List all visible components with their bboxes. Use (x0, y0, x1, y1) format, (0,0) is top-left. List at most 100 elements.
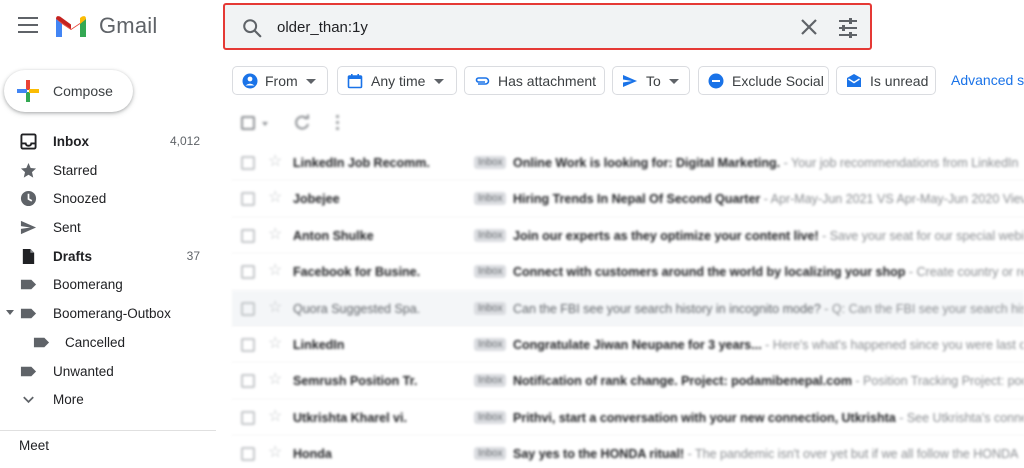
email-sender: Quora Suggested Spa. (293, 301, 421, 316)
sidebar-item-boomerang-outbox[interactable]: Boomerang-Outbox (0, 299, 216, 328)
sidebar-item-label: Sent (53, 220, 81, 236)
star-icon[interactable]: ☆ (268, 190, 282, 206)
inbox-label-badge: Inbox (474, 192, 507, 206)
plus-icon (17, 80, 39, 102)
sidebar-item-cancelled[interactable]: Cancelled (0, 328, 216, 357)
search-bar[interactable] (223, 3, 872, 50)
caret-down-icon[interactable] (6, 310, 14, 316)
email-row[interactable]: ☆ Anton Shulke Inbox Join our experts as… (232, 217, 1024, 255)
more-vert-icon[interactable] (336, 115, 339, 131)
remove-circle-icon (708, 73, 724, 89)
sidebar-nav: Inbox 4,012 Starred Snoozed Sent Drafts … (0, 127, 216, 414)
email-row[interactable]: ☆ Facebook for Busine. Inbox Connect wit… (232, 254, 1024, 291)
row-checkbox[interactable] (241, 374, 255, 389)
email-row[interactable]: ☆ Honda Inbox Say yes to the HONDA ritua… (232, 436, 1024, 468)
row-checkbox[interactable] (241, 447, 255, 462)
close-icon[interactable] (799, 17, 819, 37)
star-icon[interactable]: ☆ (268, 299, 282, 316)
sidebar-item-unwanted[interactable]: Unwanted (0, 357, 216, 386)
email-snippet: - Here's what's happened since you were … (761, 337, 1024, 352)
chip-has-attachment[interactable]: Has attachment (464, 66, 605, 95)
chip-to[interactable]: To (612, 66, 690, 95)
row-checkbox[interactable] (241, 410, 255, 425)
star-icon[interactable]: ☆ (268, 335, 282, 352)
inbox-icon (20, 133, 37, 150)
chip-label: From (265, 73, 298, 89)
email-row[interactable]: ☆ LinkedIn Inbox Congratulate Jiwan Neup… (232, 326, 1024, 364)
email-sender: Utkrishta Kharel vi. (293, 410, 407, 425)
email-subject: Online Work is looking for: Digital Mark… (513, 156, 781, 170)
label-icon (20, 280, 37, 290)
star-icon[interactable]: ☆ (268, 263, 282, 279)
email-sender: Semrush Position Tr. (293, 374, 418, 389)
attachment-icon (475, 77, 490, 85)
search-chips: From Any time Has attachment To Exclude … (232, 66, 1024, 96)
chip-from[interactable]: From (232, 66, 328, 95)
row-checkbox[interactable] (241, 265, 255, 280)
email-sender: Facebook for Busine. (293, 265, 421, 280)
select-all-checkbox[interactable] (241, 116, 255, 130)
search-input[interactable] (277, 14, 777, 40)
row-checkbox[interactable] (241, 301, 255, 316)
inbox-label-badge: Inbox (474, 447, 507, 461)
email-snippet: - The pandemic isn't over yet but if we … (684, 447, 1019, 462)
email-list: ☆ LinkedIn Job Recomm. Inbox Online Work… (232, 145, 1024, 468)
star-icon[interactable]: ☆ (268, 154, 282, 170)
email-subject: Connect with customers around the world … (513, 265, 906, 280)
inbox-label-badge: Inbox (474, 337, 507, 351)
advanced-search-link[interactable]: Advanced se (951, 72, 1024, 88)
tune-icon[interactable] (837, 17, 859, 39)
list-toolbar (232, 108, 1024, 140)
meet-section-title[interactable]: Meet (19, 438, 49, 453)
caret-down-icon[interactable] (262, 122, 268, 126)
sidebar-item-drafts[interactable]: Drafts 37 (0, 242, 216, 271)
sidebar-item-snoozed[interactable]: Snoozed (0, 184, 216, 213)
sidebar-item-label: More (53, 392, 84, 408)
chip-is-unread[interactable]: Is unread (836, 66, 936, 95)
chip-label: Exclude Social (732, 73, 824, 89)
search-icon[interactable] (241, 17, 263, 39)
sidebar-item-label: Boomerang (53, 277, 123, 293)
star-icon[interactable]: ☆ (268, 226, 282, 243)
email-row[interactable]: ☆ Jobejee Inbox Hiring Trends In Nepal O… (232, 181, 1024, 218)
menu-icon[interactable] (18, 17, 38, 33)
email-row[interactable]: ☆ Semrush Position Tr. Inbox Notificatio… (232, 363, 1024, 400)
sidebar-item-sent[interactable]: Sent (0, 213, 216, 242)
sidebar-item-starred[interactable]: Starred (0, 156, 216, 185)
label-icon (20, 308, 37, 319)
caret-down-icon (306, 79, 316, 84)
inbox-label-badge: Inbox (474, 301, 507, 315)
chip-label: Has attachment (498, 73, 597, 89)
sidebar: Compose Inbox 4,012 Starred Snoozed Sent… (0, 54, 216, 468)
mail-unread-icon (847, 74, 861, 87)
sidebar-item-more[interactable]: More (0, 385, 216, 414)
row-checkbox[interactable] (241, 156, 255, 170)
sidebar-item-inbox[interactable]: Inbox 4,012 (0, 127, 216, 156)
email-row[interactable]: ☆ LinkedIn Job Recomm. Inbox Online Work… (232, 145, 1024, 182)
chip-any-time[interactable]: Any time (337, 66, 457, 95)
email-subject: Congratulate Jiwan Neupane for 3 years..… (513, 337, 762, 352)
sidebar-item-boomerang[interactable]: Boomerang (0, 270, 216, 299)
email-subject: Can the FBI see your search history in i… (513, 301, 821, 316)
star-icon[interactable]: ☆ (268, 445, 282, 461)
row-checkbox[interactable] (241, 337, 255, 352)
row-checkbox[interactable] (241, 192, 255, 207)
star-icon[interactable]: ☆ (268, 408, 282, 425)
star-icon[interactable]: ☆ (268, 372, 282, 388)
gmail-logo[interactable] (54, 13, 88, 39)
chevron-down-icon (23, 396, 34, 404)
email-snippet: - See Utkrishta's connections (899, 410, 1024, 425)
draft-icon (22, 248, 35, 264)
email-row[interactable]: ☆ Utkrishta Kharel vi. Inbox Prithvi, st… (232, 399, 1024, 437)
refresh-icon[interactable] (293, 114, 311, 132)
email-sender: Anton Shulke (293, 228, 374, 243)
compose-button[interactable]: Compose (4, 70, 133, 112)
email-snippet: - Create country or region (908, 265, 1024, 280)
sidebar-item-label: Boomerang-Outbox (53, 306, 171, 322)
email-sender: Jobejee (293, 192, 340, 207)
email-snippet: - Save your seat for our special webinar (818, 228, 1024, 243)
email-subject: Hiring Trends In Nepal Of Second Quarter (513, 192, 761, 207)
row-checkbox[interactable] (241, 228, 255, 243)
chip-exclude-social[interactable]: Exclude Social (698, 66, 829, 95)
email-row[interactable]: ☆ Quora Suggested Spa. Inbox Can the FBI… (232, 290, 1024, 327)
